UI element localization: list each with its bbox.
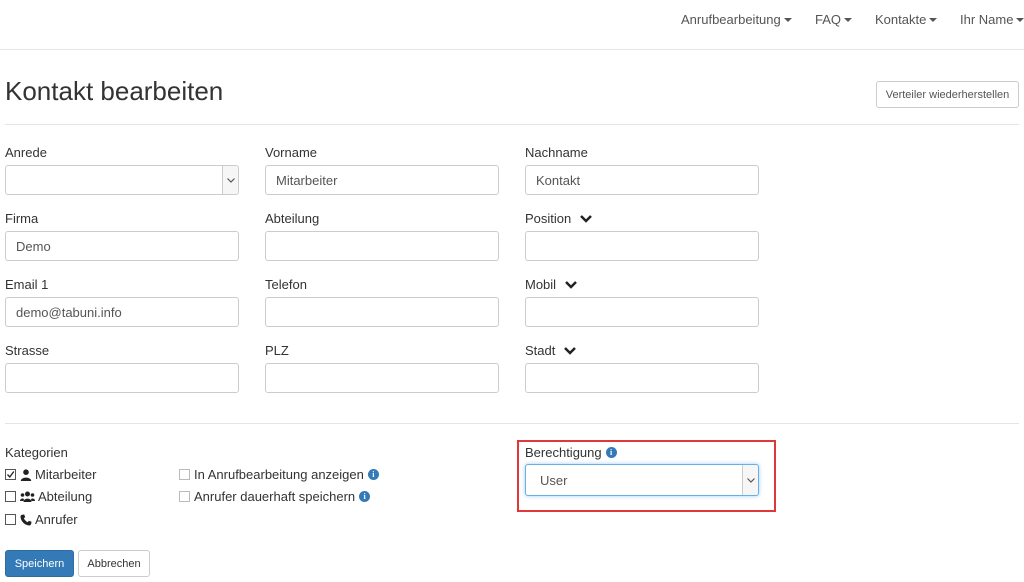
anrede-label: Anrede [5,145,47,160]
strasse-label: Strasse [5,343,50,358]
nav-user-menu[interactable]: Ihr Name [960,12,1024,27]
permission-label-row: Berechtigung i [525,445,617,460]
caret-down-icon [929,17,938,22]
chevron-down-icon[interactable] [565,280,577,290]
abteilung-label: Abteilung [265,211,320,226]
strasse-field[interactable] [5,363,239,393]
category-mitarbeiter[interactable]: Mitarbeiter [5,467,96,482]
mobil-field[interactable] [525,297,759,327]
anrede-select[interactable] [5,165,239,195]
nachname-value: Kontakt [536,172,581,188]
permission-value: User [540,472,568,488]
categories-label: Kategorien [5,445,68,460]
telefon-label: Telefon [265,277,307,292]
caret-down-icon [783,17,792,22]
chevron-down-icon[interactable] [564,346,577,356]
position-label-row: Position [525,211,593,226]
caret-down-icon [1016,17,1024,22]
save-button[interactable]: Speichern [5,550,74,577]
chevron-down-icon [222,166,238,194]
checkbox-unchecked[interactable] [179,491,190,502]
option-save-caller-permanently[interactable]: Anrufer dauerhaft speichern i [179,489,371,504]
checkbox-unchecked[interactable] [5,514,16,525]
vorname-value: Mitarbeiter [276,172,338,188]
phone-icon [20,514,32,526]
position-field[interactable] [525,231,759,261]
email-label: Email 1 [5,277,49,292]
nav-label: Kontakte [875,12,927,27]
category-label: Abteilung [38,489,93,504]
nav-faq[interactable]: FAQ [815,12,853,27]
page-title: Kontakt bearbeiten [5,76,224,106]
vorname-field[interactable]: Mitarbeiter [265,165,499,195]
permission-select[interactable]: User [525,464,759,496]
telefon-field[interactable] [265,297,499,327]
checkbox-unchecked[interactable] [5,491,16,502]
cancel-button[interactable]: Abbrechen [78,550,150,577]
option-label: In Anrufbearbeitung anzeigen [194,467,364,482]
option-show-in-call-processing[interactable]: In Anrufbearbeitung anzeigen i [179,467,379,482]
category-label: Anrufer [35,512,78,527]
nav-label: Anrufbearbeitung [681,12,781,27]
nachname-field[interactable]: Kontakt [525,165,759,195]
top-navbar: Anrufbearbeitung FAQ Kontakte Ihr Name [0,0,1024,50]
category-anrufer[interactable]: Anrufer [5,512,78,527]
user-icon [20,468,32,481]
info-icon[interactable]: i [359,491,371,502]
position-label: Position [525,211,572,226]
checkbox-unchecked[interactable] [179,469,190,480]
mobil-label: Mobil [525,277,557,292]
email-field[interactable]: demo@tabuni.info [5,297,239,327]
nav-label: FAQ [815,12,842,27]
chevron-down-icon[interactable] [580,214,593,224]
nav-label: Ihr Name [960,12,1014,27]
option-label: Anrufer dauerhaft speichern [194,489,356,504]
info-icon[interactable]: i [367,469,379,480]
chevron-down-icon [742,465,758,495]
abteilung-field[interactable] [265,231,499,261]
permission-label: Berechtigung [525,445,602,460]
stadt-field[interactable] [525,363,759,393]
divider [5,423,1019,424]
stadt-label: Stadt [525,343,556,358]
users-icon [20,491,35,502]
nav-kontakte[interactable]: Kontakte [875,12,938,27]
vorname-label: Vorname [265,145,318,160]
checkbox-checked[interactable] [5,469,16,480]
category-label: Mitarbeiter [35,467,97,482]
nachname-label: Nachname [525,145,588,160]
email-value: demo@tabuni.info [16,304,122,320]
info-icon[interactable]: i [605,447,617,458]
firma-field[interactable]: Demo [5,231,239,261]
divider [5,124,1019,125]
plz-field[interactable] [265,363,499,393]
mobil-label-row: Mobil [525,277,577,292]
category-abteilung[interactable]: Abteilung [5,489,92,504]
nav-anrufbearbeitung[interactable]: Anrufbearbeitung [681,12,792,27]
firma-label: Firma [5,211,39,226]
plz-label: PLZ [265,343,289,358]
stadt-label-row: Stadt [525,343,577,358]
restore-distribution-button[interactable]: Verteiler wiederherstellen [876,81,1019,108]
caret-down-icon [844,17,853,22]
firma-value: Demo [16,238,51,254]
